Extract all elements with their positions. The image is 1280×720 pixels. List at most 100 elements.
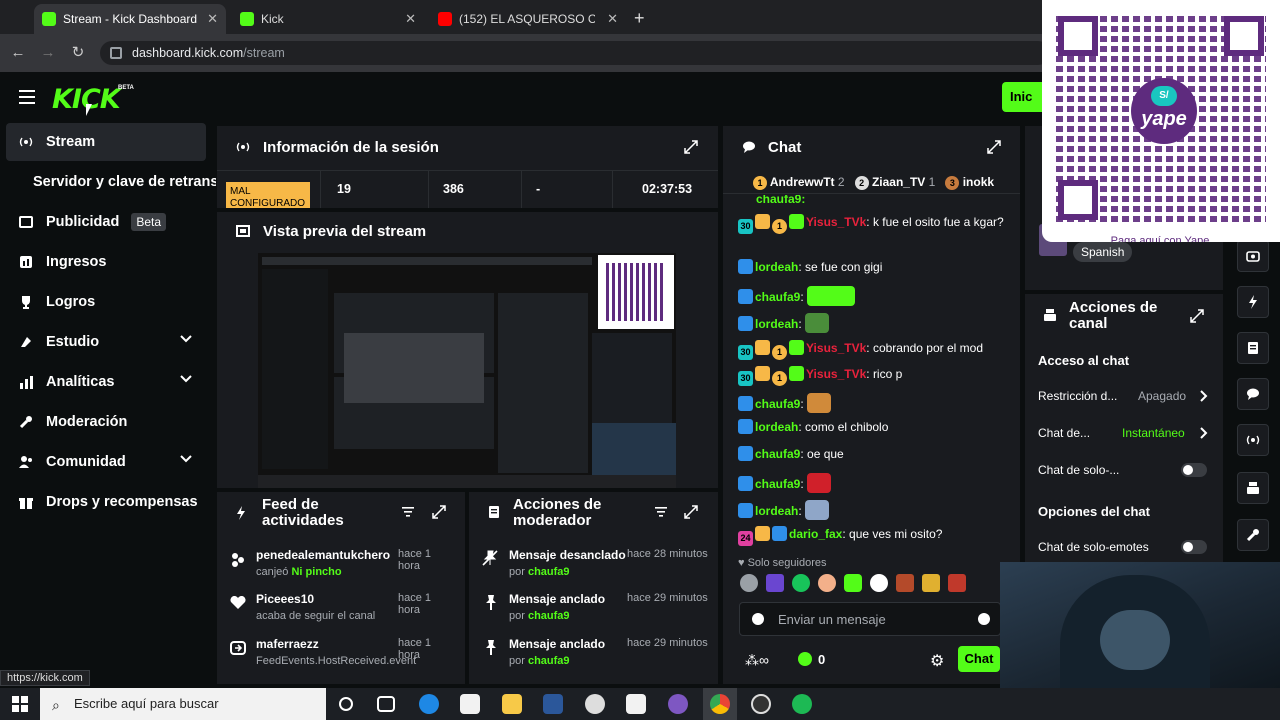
- crown-badge-icon[interactable]: [755, 526, 770, 541]
- sub30-badge-icon[interactable]: 30: [738, 345, 753, 360]
- sidebar-item-drops[interactable]: Drops y recompensas: [6, 483, 206, 521]
- emote-icon[interactable]: [792, 574, 810, 592]
- rail-broadcast-icon[interactable]: [1237, 424, 1269, 456]
- messenger-icon[interactable]: [668, 694, 688, 714]
- send-chat-button[interactable]: Chat: [958, 646, 1000, 672]
- rail-lightning-icon[interactable]: [1237, 286, 1269, 318]
- bot-badge-icon[interactable]: [789, 214, 804, 229]
- back-icon[interactable]: ←: [8, 43, 28, 63]
- obs-icon[interactable]: [751, 694, 771, 714]
- cortana-icon[interactable]: [339, 697, 353, 711]
- windows-start-icon[interactable]: [12, 696, 28, 712]
- chrome-icon[interactable]: [710, 694, 730, 714]
- sidebar-item-estudio[interactable]: Estudio: [6, 323, 206, 361]
- spotify-icon[interactable]: [792, 694, 812, 714]
- tab-stream-dashboard[interactable]: Stream - Kick Dashboard ✕: [34, 4, 226, 34]
- gift1-badge-icon[interactable]: 1: [772, 345, 787, 360]
- mod-badge-icon[interactable]: [738, 396, 753, 411]
- mod-badge-icon[interactable]: [738, 289, 753, 304]
- rail-wrench-icon[interactable]: [1237, 519, 1269, 551]
- settings-gear-icon[interactable]: ⚙: [930, 651, 944, 671]
- sidebar-item-server-key[interactable]: Servidor y clave de retransn: [6, 163, 216, 201]
- chevron-down-icon[interactable]: [180, 335, 192, 343]
- menu-icon[interactable]: [19, 90, 35, 104]
- mod-badge-icon[interactable]: [772, 526, 787, 541]
- popout-icon[interactable]: [684, 140, 698, 154]
- mod-badge-icon[interactable]: [738, 446, 753, 461]
- close-tab-icon[interactable]: ✕: [207, 11, 218, 27]
- sidebar-item-logros[interactable]: Logros: [6, 283, 206, 321]
- chevron-right-icon[interactable]: [1200, 390, 1208, 402]
- reload-icon[interactable]: ↻: [68, 43, 88, 63]
- popout-icon[interactable]: [987, 140, 1001, 154]
- crown-badge-icon[interactable]: [755, 366, 770, 381]
- filter-icon[interactable]: [402, 507, 414, 517]
- word-icon[interactable]: [543, 694, 563, 714]
- chevron-right-icon[interactable]: [1200, 427, 1208, 439]
- tab-kick[interactable]: Kick ✕: [232, 4, 424, 34]
- chat-username[interactable]: Yisus_TVk: [806, 215, 866, 229]
- mail-icon[interactable]: [626, 694, 646, 714]
- popout-icon[interactable]: [432, 505, 446, 519]
- emote-icon[interactable]: [896, 574, 914, 592]
- start-stream-button[interactable]: Inic: [1002, 82, 1046, 112]
- filter-icon[interactable]: [655, 507, 667, 517]
- emote-icon[interactable]: [844, 574, 862, 592]
- address-bar[interactable]: dashboard.kick.com/stream: [100, 41, 1050, 65]
- taskbar-search[interactable]: Escribe aquí para buscar: [40, 688, 326, 720]
- mod-badge-icon[interactable]: [738, 316, 753, 331]
- xbox-icon[interactable]: [585, 694, 605, 714]
- bot-badge-icon[interactable]: [789, 340, 804, 355]
- emote-icon[interactable]: [922, 574, 940, 592]
- chat-username[interactable]: lordeah: [755, 260, 798, 274]
- explorer-icon[interactable]: [502, 694, 522, 714]
- mod-badge-icon[interactable]: [738, 476, 753, 491]
- rail-document-icon[interactable]: [1237, 332, 1269, 364]
- chat-username[interactable]: chaufa9: [755, 447, 800, 461]
- chat-username[interactable]: dario_fax: [789, 527, 842, 541]
- site-info-icon[interactable]: [110, 47, 122, 59]
- store-icon[interactable]: [460, 694, 480, 714]
- rail-chat-icon[interactable]: [1237, 378, 1269, 410]
- emoji-icon[interactable]: [978, 613, 990, 625]
- emote-icon[interactable]: [766, 574, 784, 592]
- popout-icon[interactable]: [684, 505, 698, 519]
- popout-icon[interactable]: [1190, 309, 1204, 323]
- sidebar-item-moderacion[interactable]: Moderación: [6, 403, 206, 441]
- subs-only-toggle[interactable]: [1181, 463, 1207, 477]
- rail-channel-icon[interactable]: [1237, 472, 1269, 504]
- sidebar-item-ingresos[interactable]: Ingresos: [6, 243, 206, 281]
- sidebar-item-publicidad[interactable]: Publicidad Beta: [6, 203, 206, 241]
- close-tab-icon[interactable]: ✕: [405, 11, 416, 27]
- chat-mode-value[interactable]: Instantáneo: [1122, 426, 1185, 440]
- sub30-badge-icon[interactable]: 30: [738, 371, 753, 386]
- mod-badge-icon[interactable]: [738, 419, 753, 434]
- emote-icon[interactable]: [740, 574, 758, 592]
- crown-badge-icon[interactable]: [755, 340, 770, 355]
- stream-preview-video[interactable]: [258, 253, 676, 488]
- chat-username[interactable]: lordeah: [755, 504, 798, 518]
- chat-username[interactable]: lordeah: [755, 317, 798, 331]
- mod-badge-icon[interactable]: [738, 259, 753, 274]
- sidebar-item-stream[interactable]: Stream: [6, 123, 206, 161]
- emote-icon[interactable]: [870, 574, 888, 592]
- chat-username[interactable]: Yisus_TVk: [806, 341, 866, 355]
- sidebar-item-comunidad[interactable]: Comunidad: [6, 443, 206, 481]
- sub24-badge-icon[interactable]: 24: [738, 531, 753, 546]
- chat-username[interactable]: chaufa9: [755, 397, 800, 411]
- chevron-down-icon[interactable]: [180, 375, 192, 383]
- chat-username[interactable]: lordeah: [755, 420, 798, 434]
- task-view-icon[interactable]: [377, 696, 395, 712]
- points-icon[interactable]: ⁂∞: [745, 652, 769, 669]
- bot-badge-icon[interactable]: [789, 366, 804, 381]
- new-tab-icon[interactable]: +: [634, 8, 645, 29]
- emote-only-toggle[interactable]: [1181, 540, 1207, 554]
- chat-username[interactable]: chaufa9: [755, 290, 800, 304]
- chat-restriction-value[interactable]: Apagado: [1138, 389, 1186, 403]
- chat-username[interactable]: chaufa9: [755, 477, 800, 491]
- sidebar-item-analiticas[interactable]: Analíticas: [6, 363, 206, 401]
- language-tag[interactable]: Spanish: [1073, 242, 1133, 262]
- close-tab-icon[interactable]: ✕: [607, 11, 618, 27]
- mod-badge-icon[interactable]: [738, 503, 753, 518]
- tab-youtube[interactable]: (152) EL ASQUEROSO CASO de ✕: [430, 4, 626, 34]
